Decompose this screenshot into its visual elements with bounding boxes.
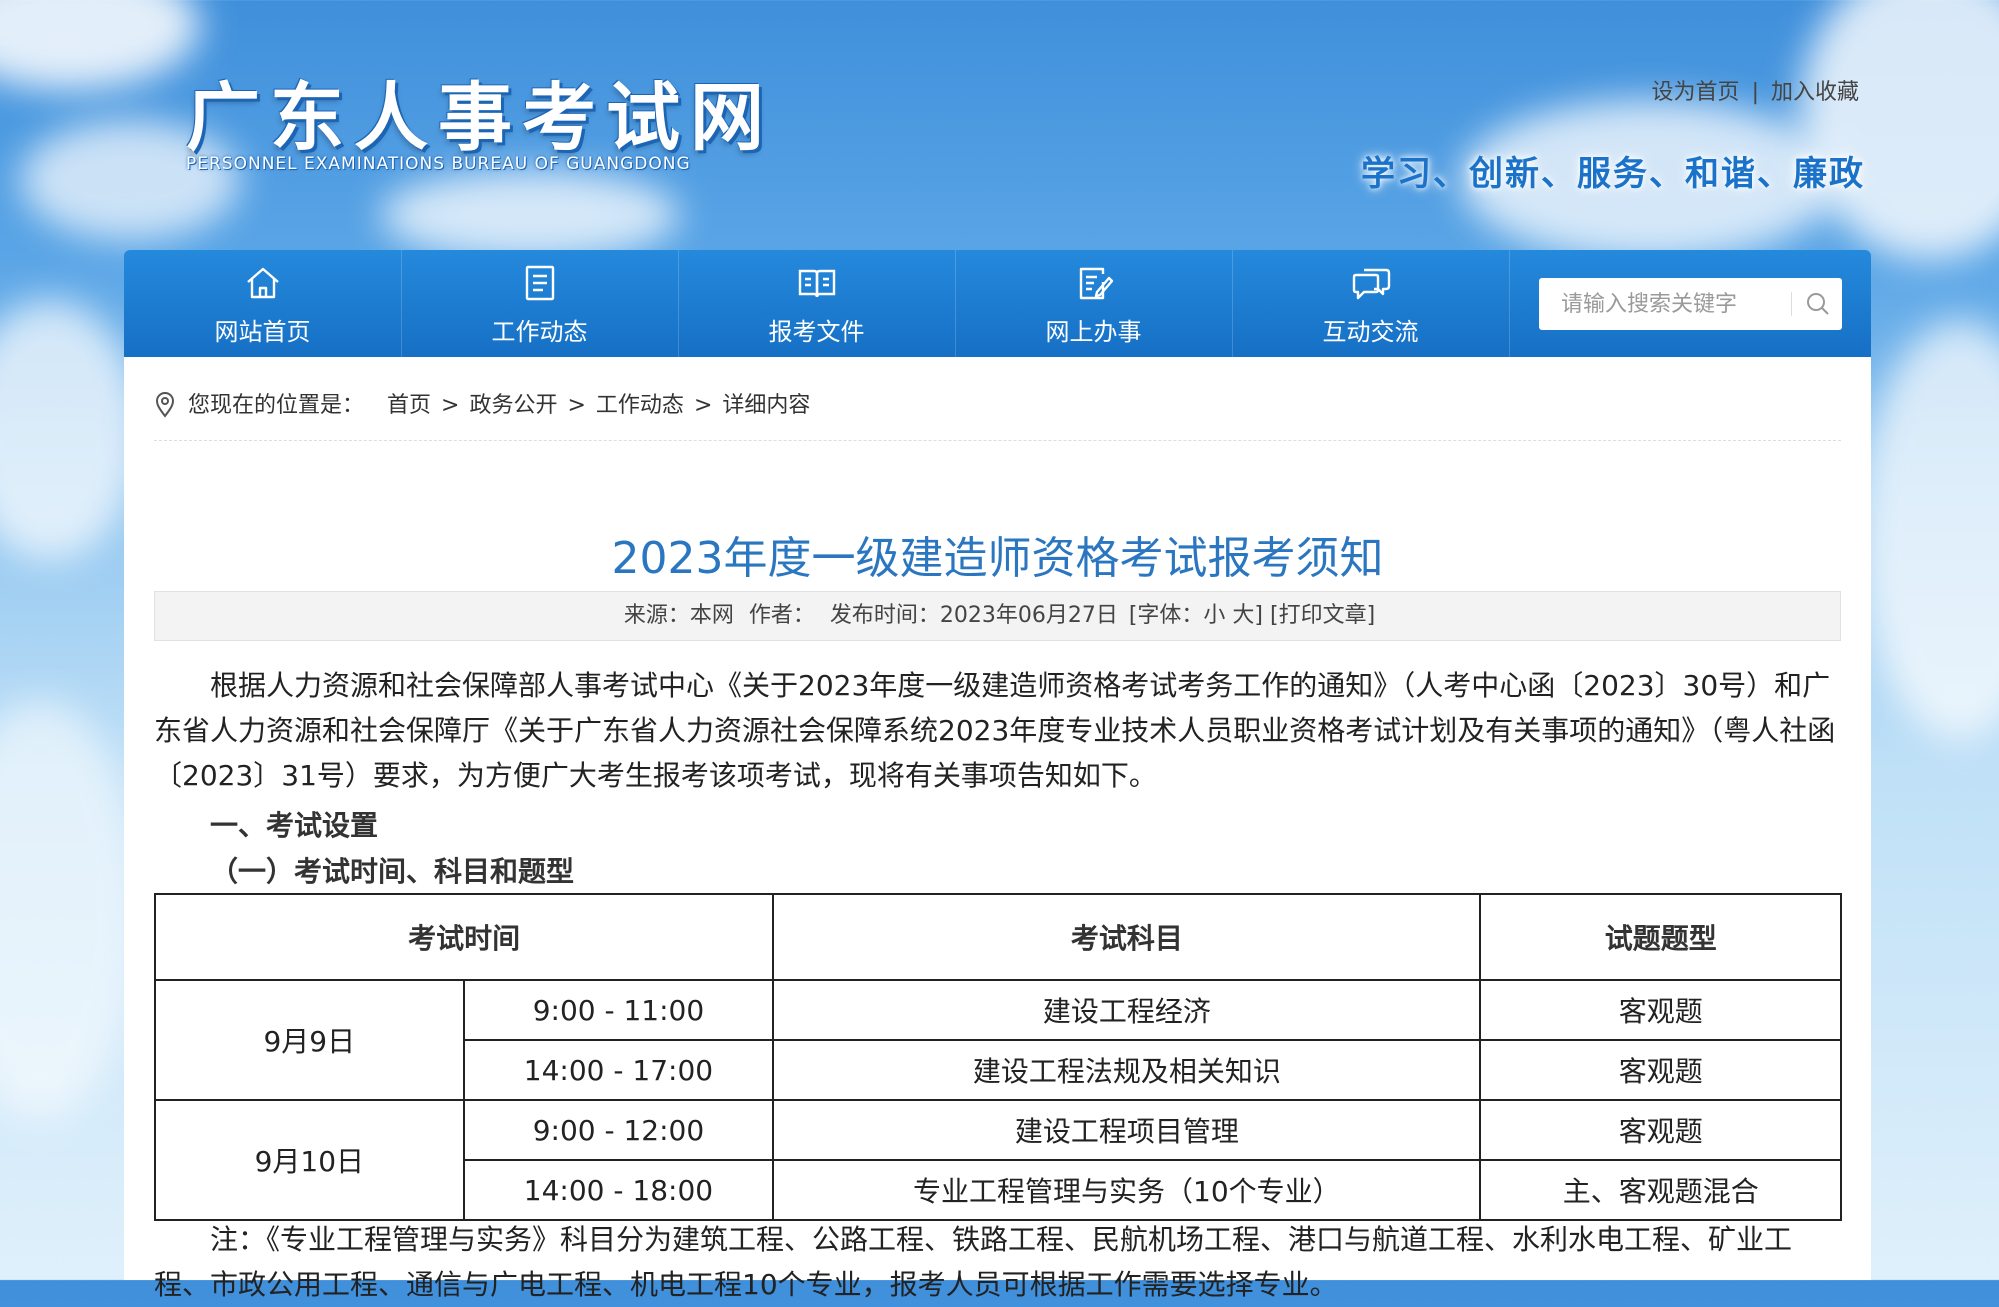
cloud-decoration bbox=[0, 700, 140, 1120]
exam-time-cell: 9:00 - 12:00 bbox=[462, 1099, 775, 1161]
set-homepage-link[interactable]: 设为首页 bbox=[1652, 80, 1740, 105]
subsection-heading: （一）考试时间、科目和题型 bbox=[210, 855, 575, 888]
breadcrumb-work-news-link[interactable]: 工作动态 bbox=[596, 393, 684, 418]
nav-item-work-news[interactable]: 工作动态 bbox=[401, 250, 679, 357]
exam-question-type-cell: 客观题 bbox=[1479, 1099, 1842, 1161]
chat-bubbles-icon bbox=[1352, 268, 1391, 300]
table-row: 9月9日 9:00 - 11:00 建设工程经济 客观题 bbox=[154, 979, 1842, 1101]
exam-schedule-table: 考试时间 考试科目 试题题型 9月9日 9:00 - 11:00 建设工程经济 … bbox=[153, 893, 1842, 1221]
print-article-link[interactable]: [打印文章] bbox=[1270, 603, 1375, 628]
nav-item-label: 网站首页 bbox=[214, 318, 311, 346]
exam-time-cell: 14:00 - 18:00 bbox=[462, 1159, 775, 1221]
document-list-icon bbox=[525, 265, 555, 301]
breadcrumb-separator: > bbox=[441, 393, 460, 418]
nav-item-exam-files[interactable]: 报考文件 bbox=[678, 250, 956, 357]
section-heading: 一、考试设置 bbox=[210, 809, 379, 842]
nav-item-home[interactable]: 网站首页 bbox=[124, 250, 402, 357]
article-author: 作者： bbox=[748, 603, 815, 628]
exam-time-cell: 14:00 - 17:00 bbox=[462, 1039, 775, 1101]
site-logo-english: PERSONNEL EXAMINATIONS BUREAU OF GUANGDO… bbox=[186, 154, 691, 174]
site-logo-text[interactable]: 广东人事考试网 bbox=[186, 58, 774, 165]
exam-question-type-cell: 客观题 bbox=[1479, 1039, 1842, 1101]
font-size-toggle[interactable]: [字体：小 大] bbox=[1129, 603, 1263, 628]
top-links: 设为首页 | 加入收藏 bbox=[1652, 74, 1859, 106]
search-icon[interactable] bbox=[1805, 291, 1831, 317]
exam-question-type-cell: 主、客观题混合 bbox=[1479, 1159, 1842, 1221]
open-book-icon bbox=[798, 269, 836, 298]
table-row: 9月10日 9:00 - 12:00 建设工程项目管理 客观题 bbox=[154, 1099, 1842, 1221]
breadcrumb-separator: > bbox=[693, 393, 713, 418]
exam-time-cell: 9:00 - 11:00 bbox=[462, 979, 775, 1041]
nav-item-label: 互动交流 bbox=[1322, 318, 1419, 346]
exam-date-cell: 9月9日 bbox=[154, 979, 465, 1101]
breadcrumb-home-link[interactable]: 首页 bbox=[387, 393, 431, 418]
article-source: 来源：本网 bbox=[623, 603, 734, 628]
table-header-cell: 考试时间 bbox=[153, 893, 775, 981]
exam-subject-cell: 专业工程管理与实务（10个专业） bbox=[772, 1159, 1482, 1221]
breadcrumb-gov-affairs-link[interactable]: 政务公开 bbox=[469, 393, 557, 418]
nav-item-label: 工作动态 bbox=[491, 318, 588, 346]
site-header: 广东人事考试网 PERSONNEL EXAMINATIONS BUREAU OF… bbox=[0, 0, 1999, 250]
nav-item-label: 报考文件 bbox=[768, 318, 865, 346]
main-content: 您现在的位置是： 首页 > 政务公开 > 工作动态 > 详细内容 2023年度一级建造师资格… bbox=[124, 357, 1871, 1301]
cloud-decoration bbox=[1860, 320, 1999, 740]
edit-document-icon bbox=[1079, 267, 1114, 300]
table-note-paragraph: 注：《专业工程管理与实务》科目分为建筑工程、公路工程、铁路工程、民航机场工程、港… bbox=[154, 1223, 1793, 1301]
breadcrumb-prefix: 您现在的位置是： bbox=[188, 393, 365, 418]
exam-date-cell: 9月10日 bbox=[154, 1099, 465, 1221]
breadcrumb-separator: > bbox=[567, 393, 586, 418]
top-links-separator: | bbox=[1751, 80, 1759, 105]
exam-subject-cell: 建设工程项目管理 bbox=[772, 1099, 1482, 1161]
home-icon bbox=[247, 267, 279, 299]
breadcrumb: 您现在的位置是： 首页 > 政务公开 > 工作动态 > 详细内容 bbox=[154, 387, 810, 419]
nav-item-online-services[interactable]: 网上办事 bbox=[955, 250, 1233, 357]
exam-subject-cell: 建设工程经济 bbox=[772, 979, 1482, 1041]
exam-subject-cell: 建设工程法规及相关知识 bbox=[772, 1039, 1482, 1101]
search-input[interactable] bbox=[1539, 278, 1801, 330]
article-title: 2023年度一级建造师资格考试报考须知 bbox=[611, 532, 1384, 584]
site-slogan: 学习、创新、服务、和谐、廉政 bbox=[1361, 154, 1865, 194]
table-header-row: 考试时间 考试科目 试题题型 bbox=[153, 893, 1842, 981]
nav-item-interaction[interactable]: 互动交流 bbox=[1232, 250, 1510, 357]
article-meta: 来源：本网 作者： 发布时间：2023年06月27日 [字体：小 大] [打印文… bbox=[154, 591, 1841, 641]
breadcrumb-divider bbox=[154, 440, 1841, 441]
article-intro-paragraph: 根据人力资源和社会保障部人事考试中心《关于2023年度一级建造师资格考试考务工作… bbox=[154, 669, 1836, 792]
main-nav: 网站首页 工作动态 报考文件 网上办事 互动交流 bbox=[124, 250, 1871, 357]
breadcrumb-current: 详细内容 bbox=[722, 393, 811, 418]
add-favorite-link[interactable]: 加入收藏 bbox=[1771, 80, 1859, 105]
location-pin-icon bbox=[155, 392, 175, 418]
table-header-cell: 试题题型 bbox=[1479, 893, 1842, 981]
search-box bbox=[1539, 278, 1842, 330]
exam-question-type-cell: 客观题 bbox=[1479, 979, 1842, 1041]
search-divider bbox=[1791, 292, 1792, 316]
nav-item-label: 网上办事 bbox=[1045, 318, 1142, 346]
article-publish-date: 发布时间：2023年06月27日 bbox=[829, 603, 1118, 628]
cloud-decoration bbox=[0, 300, 140, 560]
table-header-cell: 考试科目 bbox=[772, 893, 1482, 981]
